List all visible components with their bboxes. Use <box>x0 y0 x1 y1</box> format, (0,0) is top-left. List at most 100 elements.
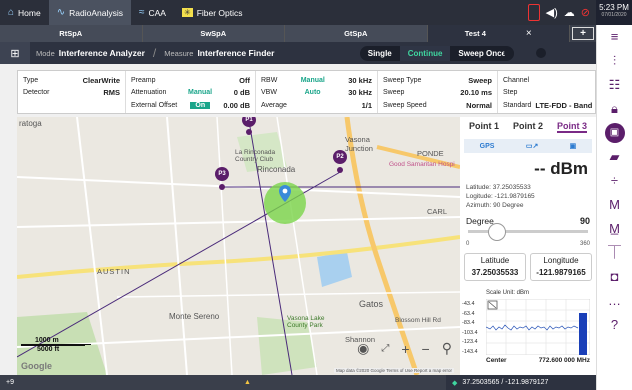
tab-point-2[interactable]: Point 2 <box>513 121 543 133</box>
channel-row[interactable]: Channel <box>503 74 590 87</box>
zoom-in-icon[interactable]: + <box>401 341 409 357</box>
grid-menu-icon[interactable]: ⊞ <box>0 42 30 64</box>
tab-rtspa[interactable]: RtSpA <box>0 25 143 42</box>
speaker-icon[interactable]: ◀) <box>546 6 558 19</box>
map-label-vasona-junction: Vasona Junction <box>345 135 373 153</box>
folder-icon[interactable]: ▰ <box>610 145 620 169</box>
ytick: -43.4 <box>462 301 475 307</box>
tab-swspa[interactable]: SwSpA <box>142 25 285 42</box>
cable-icon: ≈ <box>139 7 145 18</box>
attenuation-mode: Manual <box>188 89 213 97</box>
type-row[interactable]: Type ClearWrite <box>23 74 120 87</box>
add-tab-button[interactable]: + <box>572 27 594 40</box>
longitude-text: Logitude: -121.9879165 <box>466 193 535 200</box>
mode-value[interactable]: Interference Analyzer <box>59 48 145 58</box>
message-count[interactable]: +9 <box>0 379 14 386</box>
sweep-speed-row[interactable]: Sweep Speed Normal <box>383 99 492 112</box>
attenuation-row[interactable]: Attenuation Manual 0 dB <box>131 87 250 100</box>
standard-label: Standard <box>503 101 532 109</box>
save-icon[interactable]: ▣ <box>604 123 625 143</box>
amplitude-column: Preamp Off Attenuation Manual 0 dB External… <box>126 71 256 113</box>
peak-icon[interactable]: ⏉ <box>608 241 621 265</box>
measure-value[interactable]: Interference Finder <box>197 48 274 58</box>
center-value[interactable]: 772.600 000 MHz <box>539 357 590 364</box>
tab-rtspa-label: RtSpA <box>59 29 83 38</box>
home-tab[interactable]: ⌂ Home <box>0 0 49 25</box>
rbw-row[interactable]: RBW Manual 30 kHz <box>261 74 372 87</box>
spectrum-scale-unit: Scale Unit: dBm <box>486 290 530 296</box>
my-location-icon[interactable]: ◉ <box>357 340 369 357</box>
sweep-type-value: Sweep <box>468 75 492 85</box>
tab-point-3[interactable]: Point 3 <box>556 121 587 133</box>
latitude-field-value: 37.25035533 <box>471 268 519 277</box>
degree-slider[interactable] <box>468 223 588 241</box>
split-icon[interactable]: ÷ <box>611 169 618 193</box>
vbw-mode: Auto <box>304 89 321 97</box>
close-icon[interactable]: × <box>526 28 532 39</box>
warning-icon[interactable]: ▲ <box>244 379 251 386</box>
record-indicator-icon[interactable] <box>504 48 514 58</box>
screenshot-icon[interactable]: ◘ <box>611 265 619 289</box>
measure-label: Measure <box>164 48 194 58</box>
sweep-speed-label: Sweep Speed <box>383 101 427 109</box>
map-label-vasona-lake: Vasona Lake County Park <box>287 315 325 329</box>
external-offset-row[interactable]: External Offset On 0.00 dB <box>131 99 250 112</box>
step-row[interactable]: Step <box>503 87 590 100</box>
settings-sliders-icon[interactable]: ⫶ <box>613 49 616 73</box>
tab-test4[interactable]: Test 4 × <box>427 25 570 42</box>
fiber-optics-tab[interactable]: ✳ Fiber Optics <box>174 0 251 25</box>
marker-p3[interactable]: P3 <box>215 167 229 181</box>
fullscreen-icon[interactable]: ⤢ <box>381 343 389 354</box>
degree-slider-handle[interactable] <box>488 223 506 241</box>
sweep-type-row[interactable]: Sweep Type Sweep <box>383 74 492 87</box>
preamp-row[interactable]: Preamp Off <box>131 74 250 87</box>
preamp-value: Off <box>239 75 250 85</box>
spectrum-plot[interactable]: Scale Unit: dBm -43.4 -63.4 -83.4 -103.4… <box>460 287 596 375</box>
vbw-row[interactable]: VBW Auto 30 kHz <box>261 87 372 100</box>
map-attribution[interactable]: Map data ©2020 Google Terms of Use Repor… <box>333 368 454 373</box>
map-label-ponde: PONDE <box>417 149 444 158</box>
tab-test4-label: Test 4 <box>464 29 486 38</box>
map-label-blossom-hill: Blossom Hill Rd <box>395 317 441 324</box>
point-coordinates: Latitude: 37.25035533 Logitude: -121.987… <box>460 183 596 210</box>
menu-icon[interactable]: ≡ <box>611 25 619 49</box>
latitude-field[interactable]: Latitude 37.25035533 <box>464 253 526 281</box>
radioanalysis-label: RadioAnalysis <box>69 7 123 18</box>
average-row[interactable]: Average 1/1 <box>261 99 372 112</box>
spectrum-y-axis: -43.4 -63.4 -83.4 -103.4 -123.4 -143.4 <box>462 300 478 357</box>
more-icon[interactable]: … <box>608 289 621 313</box>
fiber-icon: ✳ <box>181 8 193 17</box>
longitude-field[interactable]: Longitude -121.9879165 <box>530 253 592 281</box>
point-tabs: Point 1 Point 2 Point 3 <box>460 117 596 133</box>
sweep-row[interactable]: Sweep 20.10 ms <box>383 87 492 100</box>
caa-tab[interactable]: ≈ CAA <box>131 0 174 25</box>
marker-list-icon[interactable]: M̲ <box>609 217 620 241</box>
lock-indicator-icon[interactable] <box>536 48 546 58</box>
external-offset-mode: On <box>190 101 211 109</box>
save-point-icon[interactable]: ▣ <box>570 142 577 150</box>
zoom-out-icon[interactable]: − <box>422 341 430 357</box>
lock-icon[interactable]: 🔒︎ <box>611 97 618 121</box>
tab-gtspa[interactable]: GtSpA <box>285 25 428 42</box>
standard-row[interactable]: Standard LTE-FDD - Band <box>503 99 592 112</box>
marker-icon[interactable]: M <box>609 193 620 217</box>
gps-button[interactable]: GPS <box>480 143 495 150</box>
help-icon[interactable]: ? <box>611 313 618 337</box>
cloud-icon: ☁ <box>563 7 575 19</box>
continue-button[interactable]: Continue <box>399 45 451 61</box>
single-button[interactable]: Single <box>360 46 400 61</box>
search-icon[interactable]: ⚲ <box>442 340 452 357</box>
detector-row[interactable]: Detector RMS <box>23 87 120 100</box>
detector-label: Detector <box>23 89 50 97</box>
clock: 5:23 PM 07/01/2020 <box>596 0 632 25</box>
map-view[interactable]: P1 P2 P3 ratoga La Rinconada Country Clu… <box>17 117 460 375</box>
folder-open-icon[interactable]: ▭↗ <box>526 142 538 150</box>
clock-date: 07/01/2020 <box>601 12 627 18</box>
map-label-saratoga: ratoga <box>19 119 42 128</box>
radioanalysis-tab[interactable]: ∿ RadioAnalysis <box>48 0 131 25</box>
tab-point-1[interactable]: Point 1 <box>469 121 499 133</box>
bandwidth-column: RBW Manual 30 kHz VBW Auto 30 kHz Average 1/1 <box>256 71 378 113</box>
latitude-text: Latitude: 37.25035533 <box>466 184 531 191</box>
ytick: -123.4 <box>462 339 478 345</box>
layout-icon[interactable]: ☷ <box>609 73 621 97</box>
